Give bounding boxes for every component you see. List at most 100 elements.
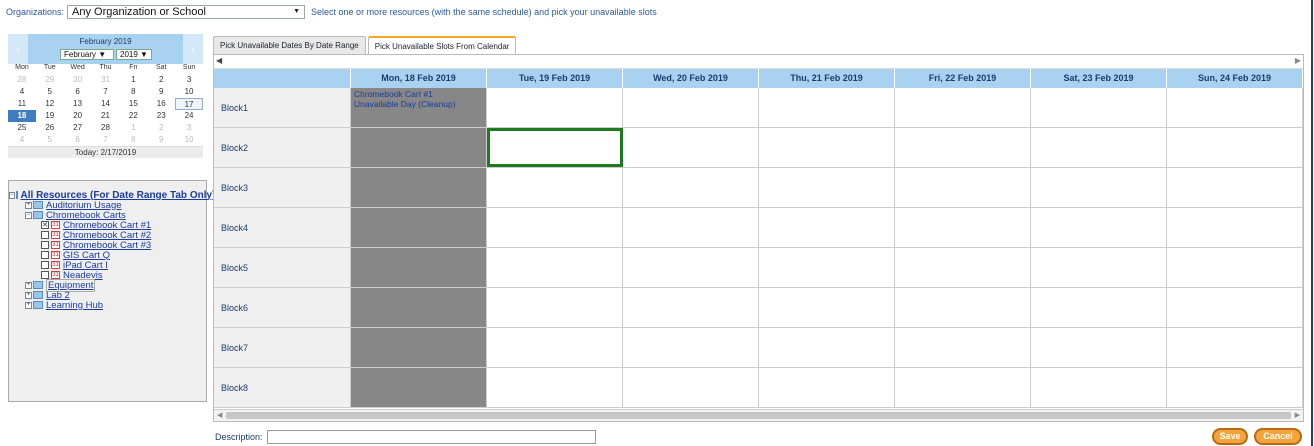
slot-cell[interactable] — [895, 368, 1031, 407]
slot-cell[interactable] — [1167, 288, 1303, 327]
organization-select[interactable]: Any Organization or School ▼ — [67, 5, 306, 19]
month-select[interactable]: February ▼ — [60, 49, 114, 60]
calendar-day[interactable]: 10 — [175, 86, 203, 98]
slot-cell[interactable] — [1031, 208, 1167, 247]
description-input[interactable] — [266, 430, 596, 444]
unavailable-cell[interactable] — [351, 288, 487, 327]
scroll-right-arrow-icon[interactable]: ▶ — [1295, 411, 1300, 419]
cancel-button[interactable]: Cancel — [1254, 428, 1302, 445]
calendar-day[interactable]: 8 — [119, 134, 147, 146]
calendar-day[interactable]: 28 — [8, 74, 36, 86]
calendar-day[interactable]: 20 — [64, 110, 92, 122]
top-scroll-bar[interactable]: ◀ ▶ — [214, 55, 1303, 69]
slot-cell[interactable] — [487, 288, 623, 327]
calendar-day[interactable]: 30 — [64, 74, 92, 86]
slot-cell[interactable] — [895, 168, 1031, 207]
slot-cell[interactable] — [623, 288, 759, 327]
slot-cell[interactable] — [1167, 128, 1303, 167]
slot-cell[interactable] — [759, 128, 895, 167]
calendar-day[interactable]: 11 — [8, 98, 36, 110]
calendar-day[interactable]: 6 — [64, 86, 92, 98]
slot-cell[interactable] — [759, 208, 895, 247]
calendar-day[interactable]: 15 — [119, 98, 147, 110]
collapse-icon[interactable]: − — [9, 191, 15, 199]
slot-cell[interactable] — [487, 88, 623, 127]
unavailable-cell[interactable] — [351, 128, 487, 167]
calendar-day[interactable]: 19 — [36, 110, 64, 122]
unavailable-cell[interactable] — [351, 368, 487, 407]
calendar-day[interactable]: 25 — [8, 122, 36, 134]
calendar-day[interactable]: 28 — [92, 122, 120, 134]
calendar-day[interactable]: 13 — [64, 98, 92, 110]
slot-cell[interactable] — [1167, 208, 1303, 247]
calendar-day[interactable]: 3 — [175, 74, 203, 86]
slot-cell[interactable] — [623, 208, 759, 247]
slot-cell[interactable] — [759, 248, 895, 287]
year-select[interactable]: 2019 ▼ — [116, 49, 152, 60]
slot-cell[interactable] — [623, 368, 759, 407]
next-month-icon[interactable]: › — [183, 34, 203, 64]
slot-cell[interactable] — [1031, 288, 1167, 327]
slot-cell[interactable] — [895, 88, 1031, 127]
calendar-day[interactable]: 7 — [92, 134, 120, 146]
calendar-day[interactable]: 29 — [36, 74, 64, 86]
today-button[interactable]: Today: 2/17/2019 — [8, 146, 203, 158]
calendar-day[interactable]: 5 — [36, 86, 64, 98]
calendar-day[interactable]: 9 — [147, 86, 175, 98]
slot-cell[interactable] — [1167, 368, 1303, 407]
calendar-day[interactable]: 27 — [64, 122, 92, 134]
expand-icon[interactable]: + — [25, 201, 32, 209]
slot-cell[interactable] — [759, 368, 895, 407]
scroll-right-icon[interactable]: ▶ — [1295, 56, 1301, 65]
tab-date-range[interactable]: Pick Unavailable Dates By Date Range — [213, 36, 366, 54]
tree-label[interactable]: Learning Hub — [46, 300, 103, 311]
collapse-icon[interactable]: − — [25, 211, 32, 219]
slot-cell[interactable] — [1031, 128, 1167, 167]
slot-cell[interactable] — [1167, 248, 1303, 287]
slot-cell[interactable] — [487, 208, 623, 247]
calendar-day[interactable]: 3 — [175, 122, 203, 134]
slot-cell[interactable] — [1031, 88, 1167, 127]
slot-cell[interactable] — [623, 328, 759, 367]
horizontal-scrollbar[interactable]: ◀ ▶ — [214, 409, 1303, 421]
calendar-day[interactable]: 23 — [147, 110, 175, 122]
checkbox[interactable] — [41, 261, 49, 269]
checkbox[interactable] — [41, 251, 49, 259]
calendar-day[interactable]: 26 — [36, 122, 64, 134]
unavailable-cell[interactable] — [351, 208, 487, 247]
slot-cell[interactable] — [759, 288, 895, 327]
slot-cell[interactable] — [487, 168, 623, 207]
calendar-day[interactable]: 16 — [147, 98, 175, 110]
slot-cell[interactable] — [623, 88, 759, 127]
scroll-left-icon[interactable]: ◀ — [216, 56, 222, 65]
calendar-day[interactable]: 22 — [119, 110, 147, 122]
calendar-day[interactable]: 10 — [175, 134, 203, 146]
slot-cell[interactable] — [895, 208, 1031, 247]
calendar-day[interactable]: 14 — [92, 98, 120, 110]
slot-cell[interactable] — [895, 288, 1031, 327]
unavailable-cell[interactable]: Chromebook Cart #1 Unavailable Day (Clea… — [351, 88, 487, 127]
save-button[interactable]: Save — [1212, 428, 1248, 445]
slot-cell[interactable] — [1167, 88, 1303, 127]
calendar-day[interactable]: 5 — [36, 134, 64, 146]
expand-icon[interactable]: + — [25, 281, 32, 289]
slot-cell[interactable] — [623, 168, 759, 207]
slot-cell[interactable] — [487, 248, 623, 287]
slot-cell[interactable] — [895, 248, 1031, 287]
slot-cell[interactable] — [623, 128, 759, 167]
calendar-day[interactable]: 8 — [119, 86, 147, 98]
expand-icon[interactable]: + — [25, 301, 32, 309]
slot-cell[interactable] — [759, 328, 895, 367]
slot-cell[interactable] — [1031, 248, 1167, 287]
checkbox[interactable] — [41, 231, 49, 239]
scroll-left-arrow-icon[interactable]: ◀ — [217, 411, 222, 419]
checkbox[interactable]: ✕ — [41, 221, 49, 229]
calendar-day[interactable]: 1 — [119, 74, 147, 86]
calendar-day[interactable]: 17 — [175, 98, 203, 110]
selected-slot[interactable] — [487, 128, 623, 167]
slot-cell[interactable] — [1031, 328, 1167, 367]
unavailable-cell[interactable] — [351, 328, 487, 367]
calendar-day[interactable]: 24 — [175, 110, 203, 122]
slot-cell[interactable] — [487, 328, 623, 367]
slot-cell[interactable] — [1031, 168, 1167, 207]
